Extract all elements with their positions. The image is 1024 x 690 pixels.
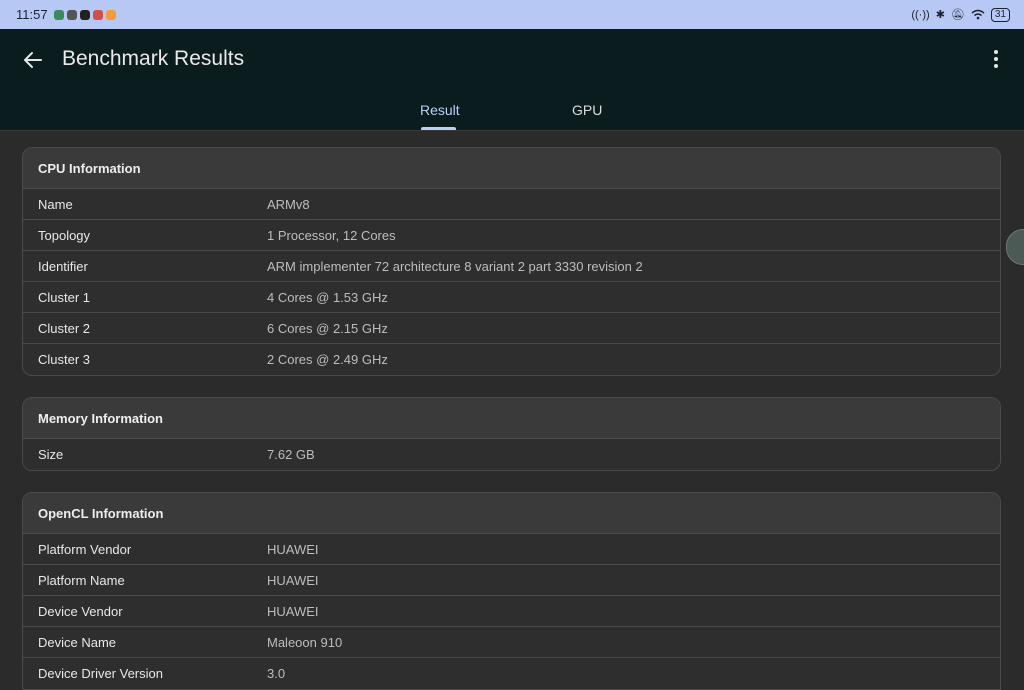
app-icon [53, 9, 64, 20]
memory-information-card: Memory Information Size 7.62 GB [22, 397, 1001, 471]
notification-icons [53, 9, 116, 20]
row-value: ARM implementer 72 architecture 8 varian… [267, 258, 643, 274]
row-value: 1 Processor, 12 Cores [267, 227, 396, 243]
row-value: 7.62 GB [267, 447, 315, 462]
tab-result[interactable]: Result [420, 102, 460, 118]
row-value: Maleoon 910 [267, 634, 343, 650]
floating-edge-handle[interactable] [1006, 229, 1024, 265]
wifi-icon [971, 9, 985, 20]
vibrate-icon: ((·)) [911, 8, 930, 21]
app-bar: Benchmark Results Result GPU [0, 29, 1024, 131]
row-value: 4 Cores @ 1.53 GHz [267, 289, 388, 305]
row-label: Platform Name [38, 572, 125, 588]
app-icon [66, 9, 77, 20]
status-time: 11:57 [16, 7, 48, 22]
info-row: Cluster 2 6 Cores @ 2.15 GHz [23, 313, 1000, 344]
row-label: Device Name [38, 634, 117, 650]
row-label: Device Driver Version [38, 666, 163, 681]
card-title: OpenCL Information [23, 493, 1000, 534]
row-label: Cluster 2 [38, 320, 91, 336]
card-title: CPU Information [23, 148, 1000, 189]
row-label: Cluster 3 [38, 352, 91, 367]
mute-icon: 🔕︎ [950, 9, 965, 21]
row-label: Name [38, 196, 73, 212]
row-label: Identifier [38, 258, 88, 274]
app-icon [92, 9, 103, 20]
row-value: 6 Cores @ 2.15 GHz [267, 320, 388, 336]
info-row: Cluster 1 4 Cores @ 1.53 GHz [23, 282, 1000, 313]
info-row: Identifier ARM implementer 72 architectu… [23, 251, 1000, 282]
back-arrow-icon[interactable] [22, 49, 44, 71]
page-title: Benchmark Results [62, 47, 245, 70]
battery-indicator: 31 [990, 7, 1010, 22]
row-label: Topology [38, 227, 91, 243]
row-value: HUAWEI [267, 603, 319, 619]
row-value: 3.0 [267, 666, 286, 681]
row-label: Cluster 1 [38, 289, 91, 305]
more-options-icon[interactable] [986, 49, 1006, 69]
divider [0, 130, 1024, 131]
info-row: Platform Vendor HUAWEI [23, 534, 1000, 565]
info-row: Cluster 3 2 Cores @ 2.49 GHz [23, 344, 1000, 375]
info-row: Topology 1 Processor, 12 Cores [23, 220, 1000, 251]
row-value: HUAWEI [267, 541, 319, 557]
cpu-information-card: CPU Information Name ARMv8 Topology 1 Pr… [22, 147, 1001, 376]
app-icon [79, 9, 90, 20]
status-bar: 11:57 ((·)) ✱ 🔕︎ 31 [0, 0, 1024, 29]
row-value: 2 Cores @ 2.49 GHz [267, 352, 388, 367]
info-row: Device Driver Version 3.0 [23, 658, 1000, 689]
info-row: Device Vendor HUAWEI [23, 596, 1000, 627]
info-row: Platform Name HUAWEI [23, 565, 1000, 596]
status-right: ((·)) ✱ 🔕︎ 31 [911, 7, 1010, 22]
row-label: Size [38, 447, 64, 462]
row-label: Platform Vendor [38, 541, 132, 557]
row-value: HUAWEI [267, 572, 319, 588]
info-row: Name ARMv8 [23, 189, 1000, 220]
opencl-information-card: OpenCL Information Platform Vendor HUAWE… [22, 492, 1001, 690]
app-icon [105, 9, 116, 20]
bluetooth-icon: ✱ [935, 9, 945, 21]
row-value: ARMv8 [267, 196, 310, 212]
info-row: Device Name Maleoon 910 [23, 627, 1000, 658]
row-label: Device Vendor [38, 603, 123, 619]
info-row: Size 7.62 GB [23, 439, 1000, 470]
tab-gpu[interactable]: GPU [572, 102, 602, 118]
card-title: Memory Information [23, 398, 1000, 439]
